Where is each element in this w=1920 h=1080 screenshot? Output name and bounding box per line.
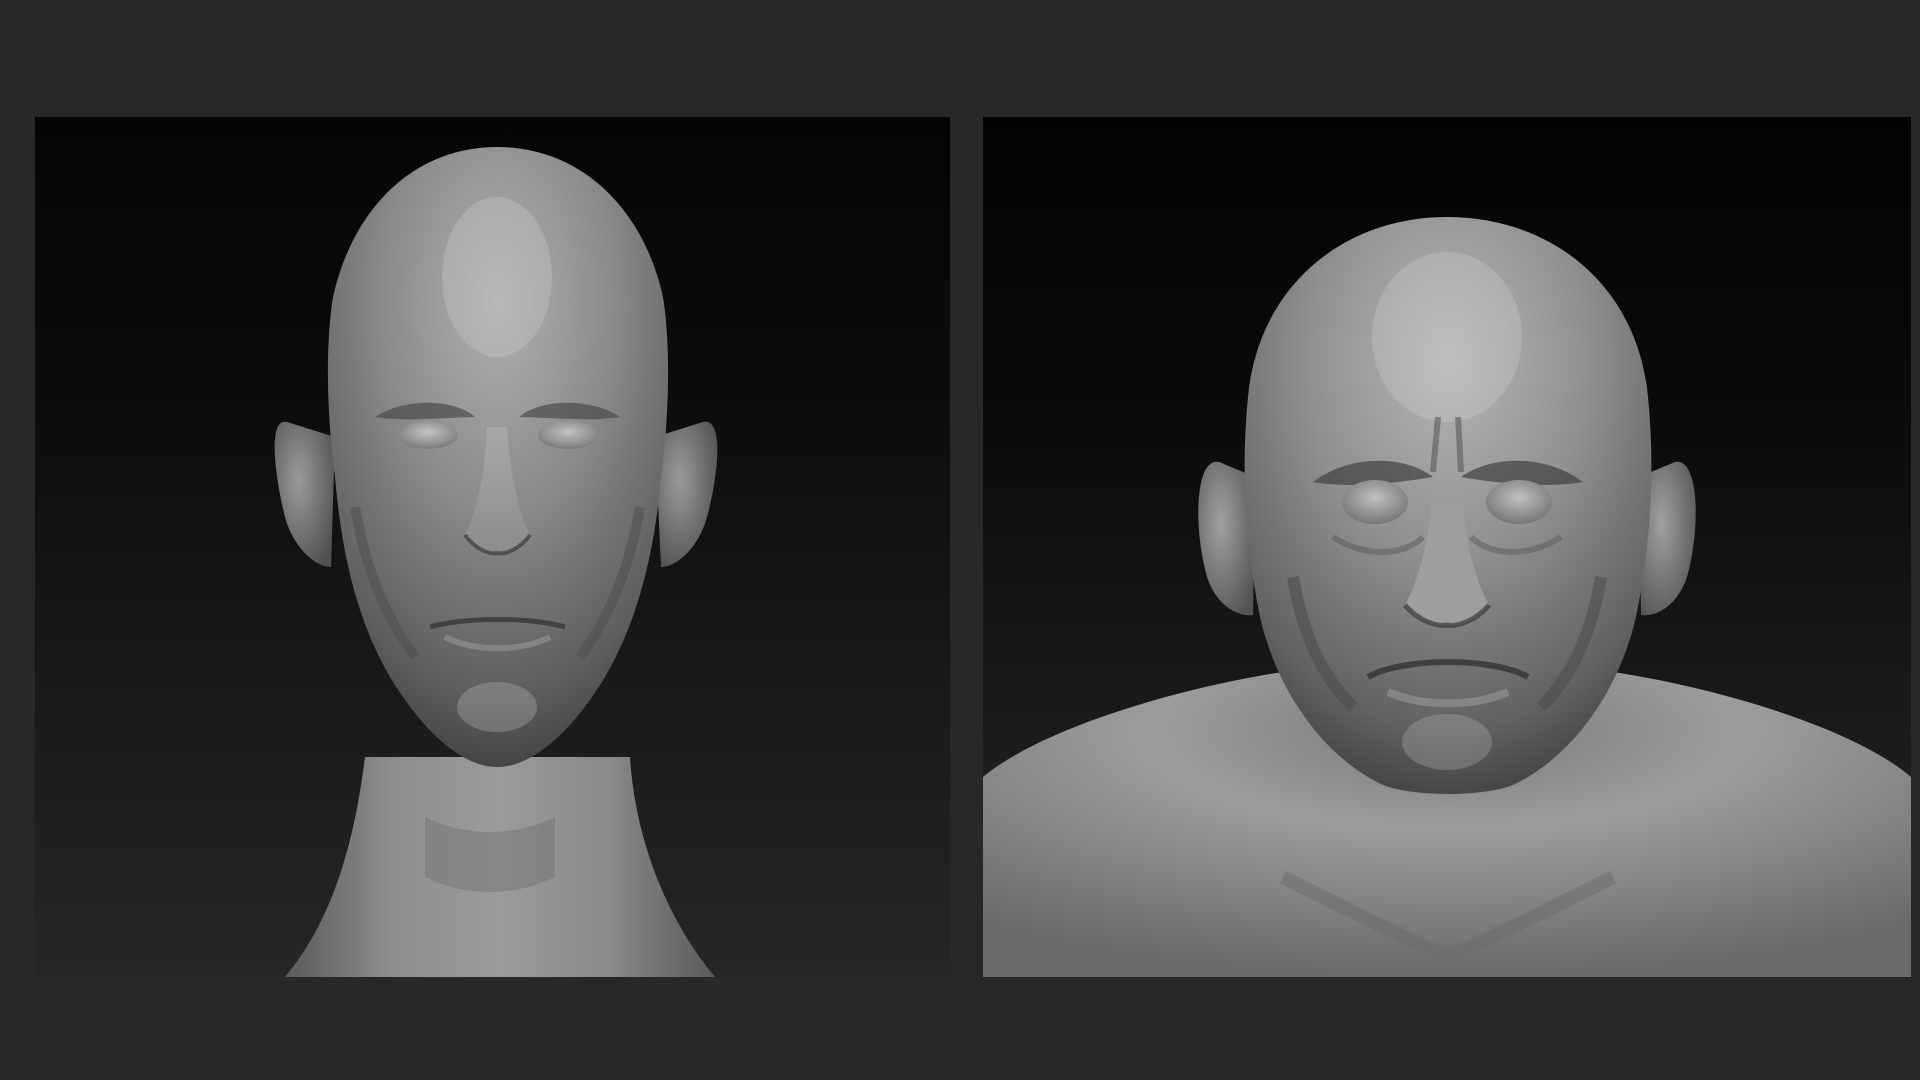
comparison-image	[0, 0, 1920, 1080]
left-sculpt-panel	[35, 117, 950, 977]
right-sculpt-panel	[983, 117, 1911, 977]
thin-head-sculpt	[274, 147, 718, 977]
heavy-head-sculpt	[983, 217, 1911, 977]
